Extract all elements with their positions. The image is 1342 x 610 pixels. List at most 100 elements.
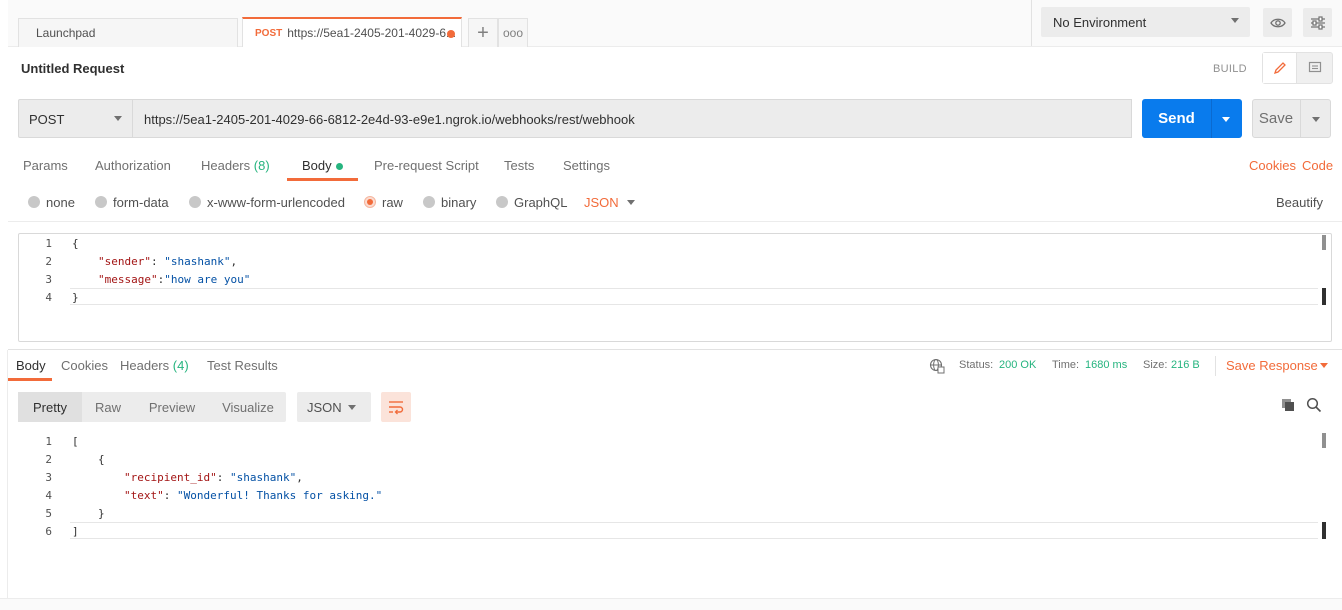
tab-authorization[interactable]: Authorization xyxy=(95,158,171,173)
active-line-highlight xyxy=(70,288,1318,305)
chevron-down-icon xyxy=(114,116,122,121)
json-sep: : xyxy=(163,489,177,502)
code-line[interactable]: } xyxy=(72,291,79,304)
copy-icon[interactable] xyxy=(1281,398,1295,412)
divider xyxy=(8,349,1342,350)
code-line[interactable]: [ xyxy=(72,435,79,448)
tab-post-request[interactable]: POST https://5ea1-2405-201-4029-6... xyxy=(242,17,462,47)
radio-form-data[interactable] xyxy=(95,196,107,208)
scrollbar-thumb[interactable] xyxy=(1322,433,1326,448)
brace: { xyxy=(72,237,79,250)
radio-form-data-label[interactable]: form-data xyxy=(113,195,169,210)
code-line[interactable]: { xyxy=(72,237,79,250)
json-sep: : xyxy=(216,471,230,484)
radio-urlencoded[interactable] xyxy=(189,196,201,208)
tab-params[interactable]: Params xyxy=(23,158,68,173)
code-line[interactable]: ] xyxy=(72,525,79,538)
chevron-down-icon[interactable] xyxy=(1320,363,1328,368)
tab-body[interactable]: Body xyxy=(302,158,332,173)
divider xyxy=(7,350,8,600)
radio-binary[interactable] xyxy=(423,196,435,208)
response-tab-body[interactable]: Body xyxy=(16,358,46,373)
chevron-down-icon[interactable] xyxy=(627,200,635,205)
radio-graphql-label[interactable]: GraphQL xyxy=(514,195,567,210)
cookies-link[interactable]: Cookies xyxy=(1249,158,1296,173)
save-button-label[interactable]: Save xyxy=(1252,99,1300,138)
code-line[interactable]: "recipient_id": "shashank", xyxy=(124,471,303,484)
divider xyxy=(1215,356,1216,376)
send-options-chevron-icon[interactable] xyxy=(1222,117,1230,122)
code-line[interactable]: "text": "Wonderful! Thanks for asking." xyxy=(124,489,382,502)
request-title[interactable]: Untitled Request xyxy=(21,61,124,76)
tab-headers[interactable]: Headers (8) xyxy=(201,158,270,173)
active-tab-underline xyxy=(287,178,358,181)
scrollbar-marker xyxy=(1322,522,1326,539)
save-options-chevron-icon[interactable] xyxy=(1312,117,1320,122)
more-icon: ooo xyxy=(502,26,524,40)
brace: { xyxy=(98,453,105,466)
environment-select[interactable]: No Environment xyxy=(1041,7,1250,37)
send-button-label[interactable]: Send xyxy=(1142,99,1211,138)
response-language-value: JSON xyxy=(307,400,342,415)
code-line[interactable]: } xyxy=(98,507,105,520)
more-tabs-button[interactable]: ooo xyxy=(498,18,528,47)
environment-quick-look-button[interactable] xyxy=(1263,8,1292,37)
code-line[interactable]: "sender": "shashank", xyxy=(98,255,237,268)
view-visualize-button[interactable]: Visualize xyxy=(214,392,282,422)
search-icon[interactable] xyxy=(1306,397,1322,413)
view-pretty-button[interactable]: Pretty xyxy=(18,392,82,422)
scrollbar-thumb[interactable] xyxy=(1322,235,1326,250)
line-number: 4 xyxy=(45,489,52,502)
brace: } xyxy=(98,507,105,520)
json-value: "how are you" xyxy=(164,273,251,286)
view-preview-button[interactable]: Preview xyxy=(138,392,206,422)
size-value[interactable]: 216 B xyxy=(1171,359,1200,371)
tab-headers-label: Headers xyxy=(201,158,251,173)
chevron-down-icon xyxy=(348,405,356,410)
beautify-link[interactable]: Beautify xyxy=(1276,195,1323,210)
json-comma: , xyxy=(230,255,238,268)
code-line[interactable]: { xyxy=(98,453,105,466)
tab-tests[interactable]: Tests xyxy=(504,158,534,173)
json-key: "message" xyxy=(98,273,158,286)
radio-binary-label[interactable]: binary xyxy=(441,195,476,210)
send-divider xyxy=(1211,99,1212,138)
time-value[interactable]: 1680 ms xyxy=(1085,359,1127,371)
brace: } xyxy=(72,291,79,304)
url-input[interactable]: https://5ea1-2405-201-4029-66-6812-2e4d-… xyxy=(133,99,1132,138)
line-number: 6 xyxy=(45,525,52,538)
code-line[interactable]: "message":"how are you" xyxy=(98,273,250,286)
response-tab-headers[interactable]: Headers (4) xyxy=(120,358,189,373)
scrollbar-marker xyxy=(1322,288,1326,305)
radio-none[interactable] xyxy=(28,196,40,208)
new-tab-button[interactable]: + xyxy=(468,18,498,47)
manage-environments-button[interactable] xyxy=(1303,8,1332,37)
bracket: [ xyxy=(72,435,79,448)
radio-raw-label[interactable]: raw xyxy=(382,195,403,210)
save-response-button[interactable]: Save Response xyxy=(1226,358,1318,373)
json-sep: : xyxy=(150,255,165,268)
wrap-lines-button[interactable] xyxy=(381,392,411,422)
response-tab-cookies[interactable]: Cookies xyxy=(61,358,108,373)
time-label: Time: xyxy=(1052,359,1080,371)
globe-icon[interactable] xyxy=(929,358,945,374)
tab-launchpad[interactable]: Launchpad xyxy=(18,18,238,47)
radio-urlencoded-label[interactable]: x-www-form-urlencoded xyxy=(207,195,345,210)
radio-none-label[interactable]: none xyxy=(46,195,75,210)
save-divider xyxy=(1300,100,1301,137)
tab-pre-request-script[interactable]: Pre-request Script xyxy=(374,158,479,173)
method-select-value: POST xyxy=(29,112,65,127)
comments-button[interactable] xyxy=(1298,53,1332,83)
response-tab-test-results[interactable]: Test Results xyxy=(207,358,278,373)
status-value[interactable]: 200 OK xyxy=(999,359,1036,371)
edit-mode-button[interactable] xyxy=(1263,53,1297,83)
code-link[interactable]: Code xyxy=(1302,158,1333,173)
radio-raw[interactable] xyxy=(364,196,376,208)
body-language-select[interactable]: JSON xyxy=(584,195,619,210)
radio-graphql[interactable] xyxy=(496,196,508,208)
divider xyxy=(8,221,1342,222)
response-language-select[interactable]: JSON xyxy=(297,392,371,422)
view-raw-button[interactable]: Raw xyxy=(84,392,132,422)
tab-settings[interactable]: Settings xyxy=(563,158,610,173)
line-number: 2 xyxy=(45,453,52,466)
